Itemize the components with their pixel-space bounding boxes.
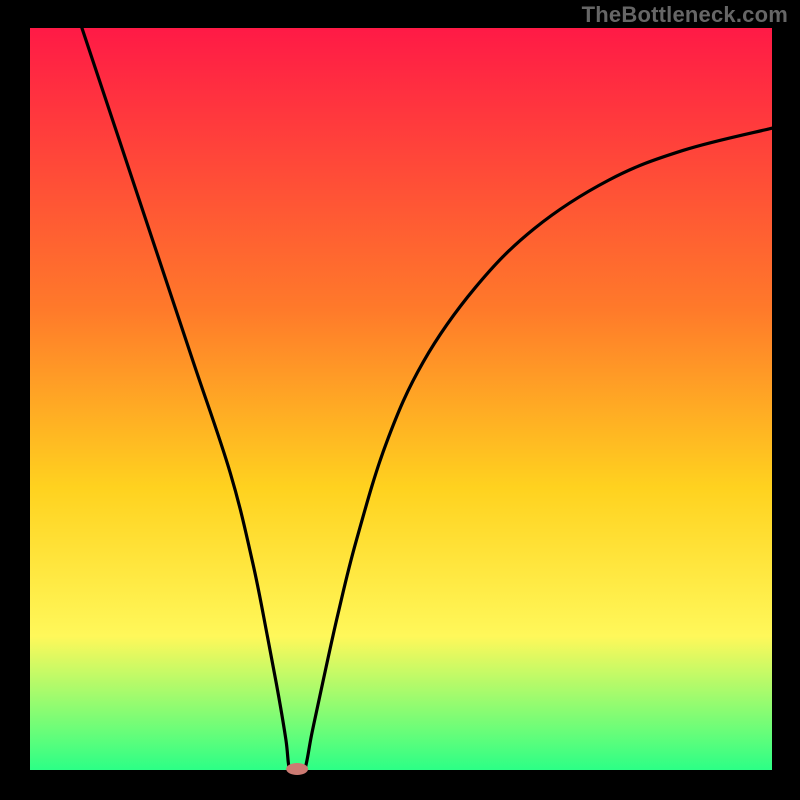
chart-frame: TheBottleneck.com — [0, 0, 800, 800]
plot-panel — [30, 28, 772, 770]
watermark-text: TheBottleneck.com — [582, 2, 788, 28]
notch-marker — [286, 763, 308, 775]
bottleneck-chart — [0, 0, 800, 800]
